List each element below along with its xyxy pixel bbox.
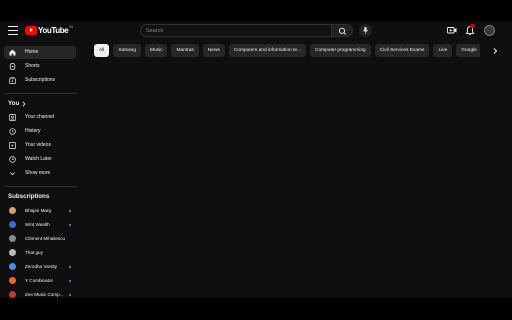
logo-country: IN bbox=[69, 24, 73, 29]
sidebar-item-label: Home bbox=[25, 49, 39, 55]
channel-avatar bbox=[9, 221, 16, 228]
chip-satsang[interactable]: Satsang bbox=[113, 44, 141, 57]
new-content-dot bbox=[69, 293, 71, 296]
sidebar-show-more[interactable]: Show more bbox=[4, 167, 76, 180]
channel-name: Bhajan Marg bbox=[25, 207, 52, 213]
sidebar-item-label: Your channel bbox=[25, 114, 55, 120]
sidebar-item-label: Subscriptions bbox=[25, 77, 56, 83]
sidebar-item-history[interactable]: History bbox=[4, 125, 76, 138]
logo-text: YouTube bbox=[38, 26, 69, 35]
channel-name: That guy bbox=[25, 249, 43, 255]
subscription-item[interactable]: Zerodha Varsity bbox=[4, 260, 76, 273]
channel-name: Wint Wealth bbox=[25, 221, 50, 227]
sidebar-item-your-channel[interactable]: Your channel bbox=[4, 111, 76, 124]
new-content-dot bbox=[69, 223, 71, 226]
sidebar-you-header[interactable]: You bbox=[4, 97, 44, 110]
search-button[interactable] bbox=[331, 24, 353, 37]
new-content-dot bbox=[69, 209, 71, 212]
chevron-down-icon bbox=[10, 172, 15, 176]
channel-name: Y Combinator bbox=[25, 277, 54, 283]
sidebar: Home Shorts Subscriptions You Your chann… bbox=[0, 41, 82, 298]
sidebar-item-label: History bbox=[25, 128, 41, 134]
your-videos-icon bbox=[9, 142, 16, 149]
chip-news[interactable]: News bbox=[202, 44, 225, 57]
create-icon[interactable] bbox=[447, 26, 457, 35]
watch-later-icon bbox=[9, 156, 16, 163]
home-icon bbox=[9, 49, 16, 56]
sidebar-item-your-videos[interactable]: Your videos bbox=[4, 139, 76, 152]
channel-avatar bbox=[9, 235, 16, 242]
account-avatar[interactable] bbox=[484, 25, 495, 36]
subscriptions-title: Subscriptions bbox=[8, 193, 50, 200]
subscription-item[interactable]: Clément Mihailescu bbox=[4, 232, 76, 245]
you-title: You bbox=[8, 100, 20, 107]
subscription-item[interactable]: Zee Music Comp... bbox=[4, 288, 76, 298]
search-input[interactable] bbox=[140, 24, 331, 37]
filter-chips: All Satsang Music Mantras News Computers… bbox=[94, 44, 480, 57]
sidebar-divider bbox=[4, 186, 78, 187]
channel-avatar bbox=[9, 249, 16, 256]
top-bar: YouTube IN bbox=[0, 21, 512, 41]
chip-mantras[interactable]: Mantras bbox=[171, 44, 199, 57]
sidebar-item-watch-later[interactable]: Watch Later bbox=[4, 153, 76, 166]
chip-live[interactable]: Live bbox=[433, 44, 453, 57]
browser-frame: YouTube IN Search Home Shorts Subscripti… bbox=[0, 0, 512, 320]
subscription-item[interactable]: Bhajan Marg bbox=[4, 204, 76, 217]
chip-google[interactable]: Google bbox=[456, 44, 480, 57]
chip-computer-programming[interactable]: Computer programming bbox=[310, 44, 371, 57]
channel-avatar bbox=[9, 291, 16, 298]
subscription-item[interactable]: That guy bbox=[4, 246, 76, 259]
youtube-play-icon bbox=[25, 26, 37, 35]
chip-civil-services-exams[interactable]: Civil Services Exams bbox=[374, 44, 430, 57]
new-content-dot bbox=[69, 265, 71, 268]
sidebar-item-shorts[interactable]: Shorts bbox=[4, 60, 76, 73]
chip-music[interactable]: Music bbox=[144, 44, 168, 57]
search-bar bbox=[140, 24, 353, 37]
sidebar-item-label: Show more bbox=[25, 170, 51, 176]
youtube-app: YouTube IN Search Home Shorts Subscripti… bbox=[0, 21, 512, 298]
voice-search-button[interactable] bbox=[359, 24, 372, 37]
youtube-logo[interactable]: YouTube IN bbox=[25, 24, 73, 35]
sidebar-item-subscriptions[interactable]: Subscriptions bbox=[4, 74, 76, 87]
menu-icon[interactable] bbox=[8, 26, 18, 35]
channel-avatar bbox=[9, 263, 16, 270]
channel-name: Zerodha Varsity bbox=[25, 263, 58, 269]
sidebar-item-home[interactable]: Home bbox=[4, 46, 76, 59]
chevron-right-icon[interactable] bbox=[490, 46, 500, 56]
new-content-dot bbox=[69, 279, 71, 282]
channel-name: Zee Music Comp... bbox=[25, 291, 64, 297]
subscriptions-icon bbox=[9, 77, 16, 84]
sidebar-item-label: Watch Later bbox=[25, 156, 52, 162]
subscription-item[interactable]: Y Combinator bbox=[4, 274, 76, 287]
sidebar-item-label: Shorts bbox=[25, 63, 40, 69]
subscription-item[interactable]: Wint Wealth bbox=[4, 218, 76, 231]
chip-all[interactable]: All bbox=[94, 44, 110, 57]
chevron-right-icon bbox=[22, 101, 26, 107]
notification-badge bbox=[470, 24, 475, 28]
sidebar-item-label: Your videos bbox=[25, 142, 51, 148]
mic-icon bbox=[363, 27, 368, 34]
channel-avatar bbox=[9, 207, 16, 214]
chip-computers-information[interactable]: Computers and information te... bbox=[228, 44, 307, 57]
channel-name: Clément Mihailescu bbox=[25, 235, 66, 241]
sidebar-divider bbox=[4, 93, 78, 94]
search-icon bbox=[338, 27, 347, 35]
history-icon bbox=[9, 128, 16, 135]
channel-icon bbox=[9, 114, 16, 121]
channel-avatar bbox=[9, 277, 16, 284]
shorts-icon bbox=[9, 63, 16, 70]
